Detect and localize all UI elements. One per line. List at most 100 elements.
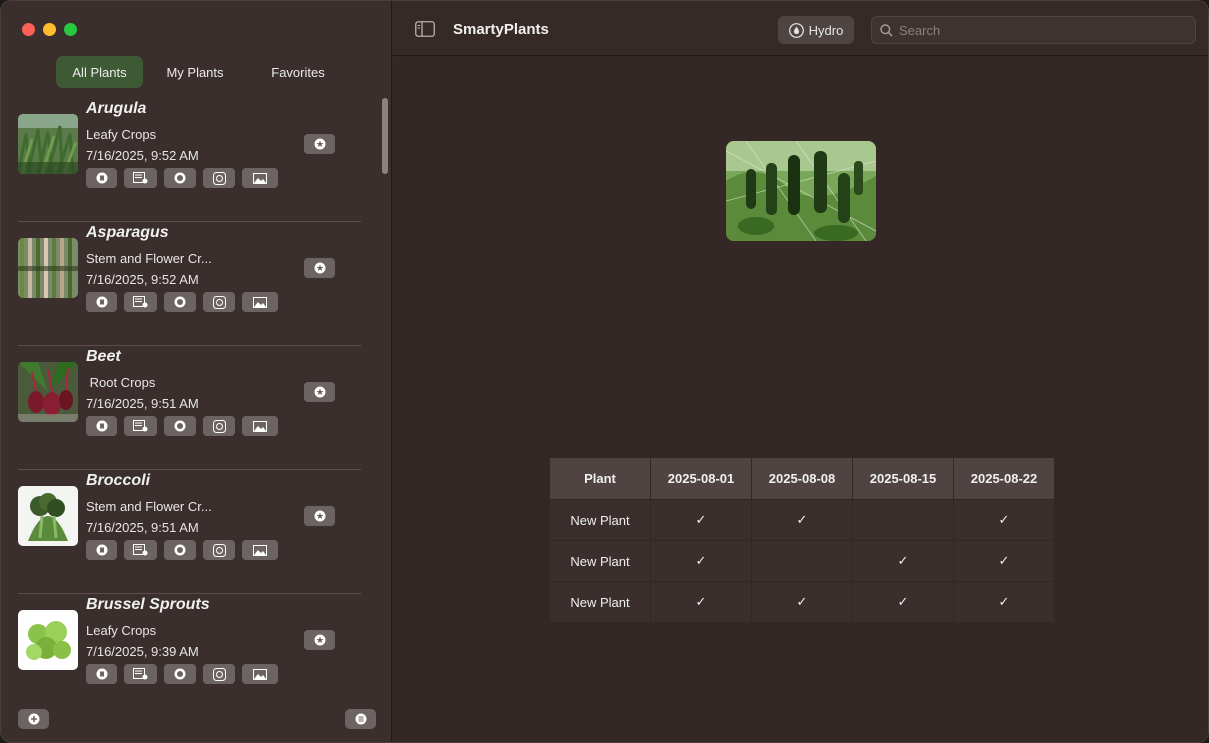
photo-icon: [253, 420, 267, 432]
details-button[interactable]: [124, 540, 157, 560]
plant-name: Broccoli: [86, 472, 151, 489]
search-input[interactable]: [899, 22, 1179, 38]
details-button[interactable]: [124, 292, 157, 312]
app-title: SmartyPlants: [453, 21, 549, 38]
plant-name: Asparagus: [86, 224, 169, 241]
favorite-button[interactable]: [304, 382, 335, 402]
delete-button[interactable]: [86, 292, 117, 312]
check-cell[interactable]: ✓: [651, 540, 751, 581]
star-icon: [314, 634, 325, 646]
favorite-button[interactable]: [304, 134, 335, 154]
timer-button[interactable]: [203, 664, 235, 684]
table-row: New Plant ✓ ✓ ✓: [550, 499, 1054, 540]
app-window: All Plants My Plants Favorites Arugula L…: [0, 0, 1209, 743]
column-header: Plant: [550, 458, 650, 499]
delete-button[interactable]: [86, 416, 117, 436]
column-header: 2025-08-08: [752, 458, 852, 499]
chat-bubble-icon: [174, 172, 186, 184]
photo-button[interactable]: [242, 664, 278, 684]
delete-button[interactable]: [86, 168, 117, 188]
photo-icon: [253, 296, 267, 308]
chat-button[interactable]: [164, 664, 196, 684]
chat-bubble-icon: [174, 668, 186, 680]
plant-list: Arugula Leafy Crops 7/16/2025, 9:52 AM A…: [1, 98, 377, 698]
close-window-button[interactable]: [22, 23, 35, 36]
check-cell[interactable]: [853, 499, 953, 540]
photo-button[interactable]: [242, 416, 278, 436]
chat-button[interactable]: [164, 416, 196, 436]
search-icon: [880, 23, 893, 37]
photo-icon: [253, 544, 267, 556]
trash-icon: [96, 544, 107, 556]
favorite-button[interactable]: [304, 258, 335, 278]
check-cell[interactable]: ✓: [954, 499, 1054, 540]
photo-icon: [253, 668, 267, 680]
list-circle-icon: [355, 713, 366, 725]
details-button[interactable]: [124, 416, 157, 436]
photo-button[interactable]: [242, 168, 278, 188]
timer-button[interactable]: [203, 168, 235, 188]
timer-button[interactable]: [203, 416, 235, 436]
plant-thumbnail: [18, 114, 78, 174]
photo-button[interactable]: [242, 540, 278, 560]
details-button[interactable]: [124, 168, 157, 188]
tab-all-plants[interactable]: All Plants: [56, 56, 143, 88]
check-cell[interactable]: ✓: [954, 581, 1054, 622]
details-button[interactable]: [124, 664, 157, 684]
check-cell[interactable]: ✓: [651, 499, 751, 540]
tab-my-plants[interactable]: My Plants: [149, 56, 241, 88]
star-icon: [314, 386, 325, 398]
chat-button[interactable]: [164, 540, 196, 560]
trash-icon: [96, 668, 107, 680]
plant-name: Arugula: [86, 100, 147, 117]
check-cell[interactable]: ✓: [853, 581, 953, 622]
timer-icon: [212, 295, 226, 309]
sidebar: All Plants My Plants Favorites Arugula L…: [1, 1, 392, 742]
check-cell[interactable]: [752, 540, 852, 581]
hydro-button[interactable]: Hydro: [778, 16, 854, 44]
plant-row[interactable]: Broccoli Stem and Flower Cr... 7/16/2025…: [1, 470, 377, 594]
favorite-button[interactable]: [304, 630, 335, 650]
timer-button[interactable]: [203, 292, 235, 312]
list-options-button[interactable]: [345, 709, 376, 729]
minimize-window-button[interactable]: [43, 23, 56, 36]
plus-circle-icon: [28, 713, 39, 725]
chat-bubble-icon: [174, 544, 186, 556]
check-cell[interactable]: ✓: [752, 499, 852, 540]
plant-date: 7/16/2025, 9:39 AM: [86, 644, 199, 659]
timer-icon: [212, 419, 226, 433]
check-cell[interactable]: ✓: [651, 581, 751, 622]
chat-bubble-icon: [174, 420, 186, 432]
plant-cell: New Plant: [550, 540, 650, 581]
delete-button[interactable]: [86, 664, 117, 684]
list-settings-icon: [133, 172, 148, 184]
plant-thumbnail: [18, 238, 78, 298]
plant-row[interactable]: Brussel Sprouts Leafy Crops 7/16/2025, 9…: [1, 594, 377, 698]
plant-category: Leafy Crops: [86, 127, 157, 142]
sidebar-scrollbar[interactable]: [382, 98, 388, 174]
plant-name: Brussel Sprouts: [86, 596, 210, 613]
chat-button[interactable]: [164, 292, 196, 312]
plant-row[interactable]: Asparagus Stem and Flower Cr... 7/16/202…: [1, 222, 377, 346]
list-settings-icon: [133, 668, 148, 680]
check-cell[interactable]: ✓: [954, 540, 1054, 581]
sidebar-toggle-button[interactable]: [415, 21, 435, 37]
photo-button[interactable]: [242, 292, 278, 312]
list-settings-icon: [133, 420, 148, 432]
plant-actions: [86, 292, 285, 312]
plant-date: 7/16/2025, 9:51 AM: [86, 520, 199, 535]
check-cell[interactable]: ✓: [853, 540, 953, 581]
check-cell[interactable]: ✓: [752, 581, 852, 622]
plant-row[interactable]: Beet Root Crops 7/16/2025, 9:51 AM: [1, 346, 377, 470]
delete-button[interactable]: [86, 540, 117, 560]
chat-button[interactable]: [164, 168, 196, 188]
timer-button[interactable]: [203, 540, 235, 560]
plant-row[interactable]: Arugula Leafy Crops 7/16/2025, 9:52 AM: [1, 98, 377, 222]
zoom-window-button[interactable]: [64, 23, 77, 36]
list-settings-icon: [133, 544, 148, 556]
tab-favorites[interactable]: Favorites: [247, 56, 349, 88]
add-plant-button[interactable]: [18, 709, 49, 729]
plant-category: Stem and Flower Cr...: [86, 251, 212, 266]
favorite-button[interactable]: [304, 506, 335, 526]
search-field[interactable]: [871, 16, 1196, 44]
